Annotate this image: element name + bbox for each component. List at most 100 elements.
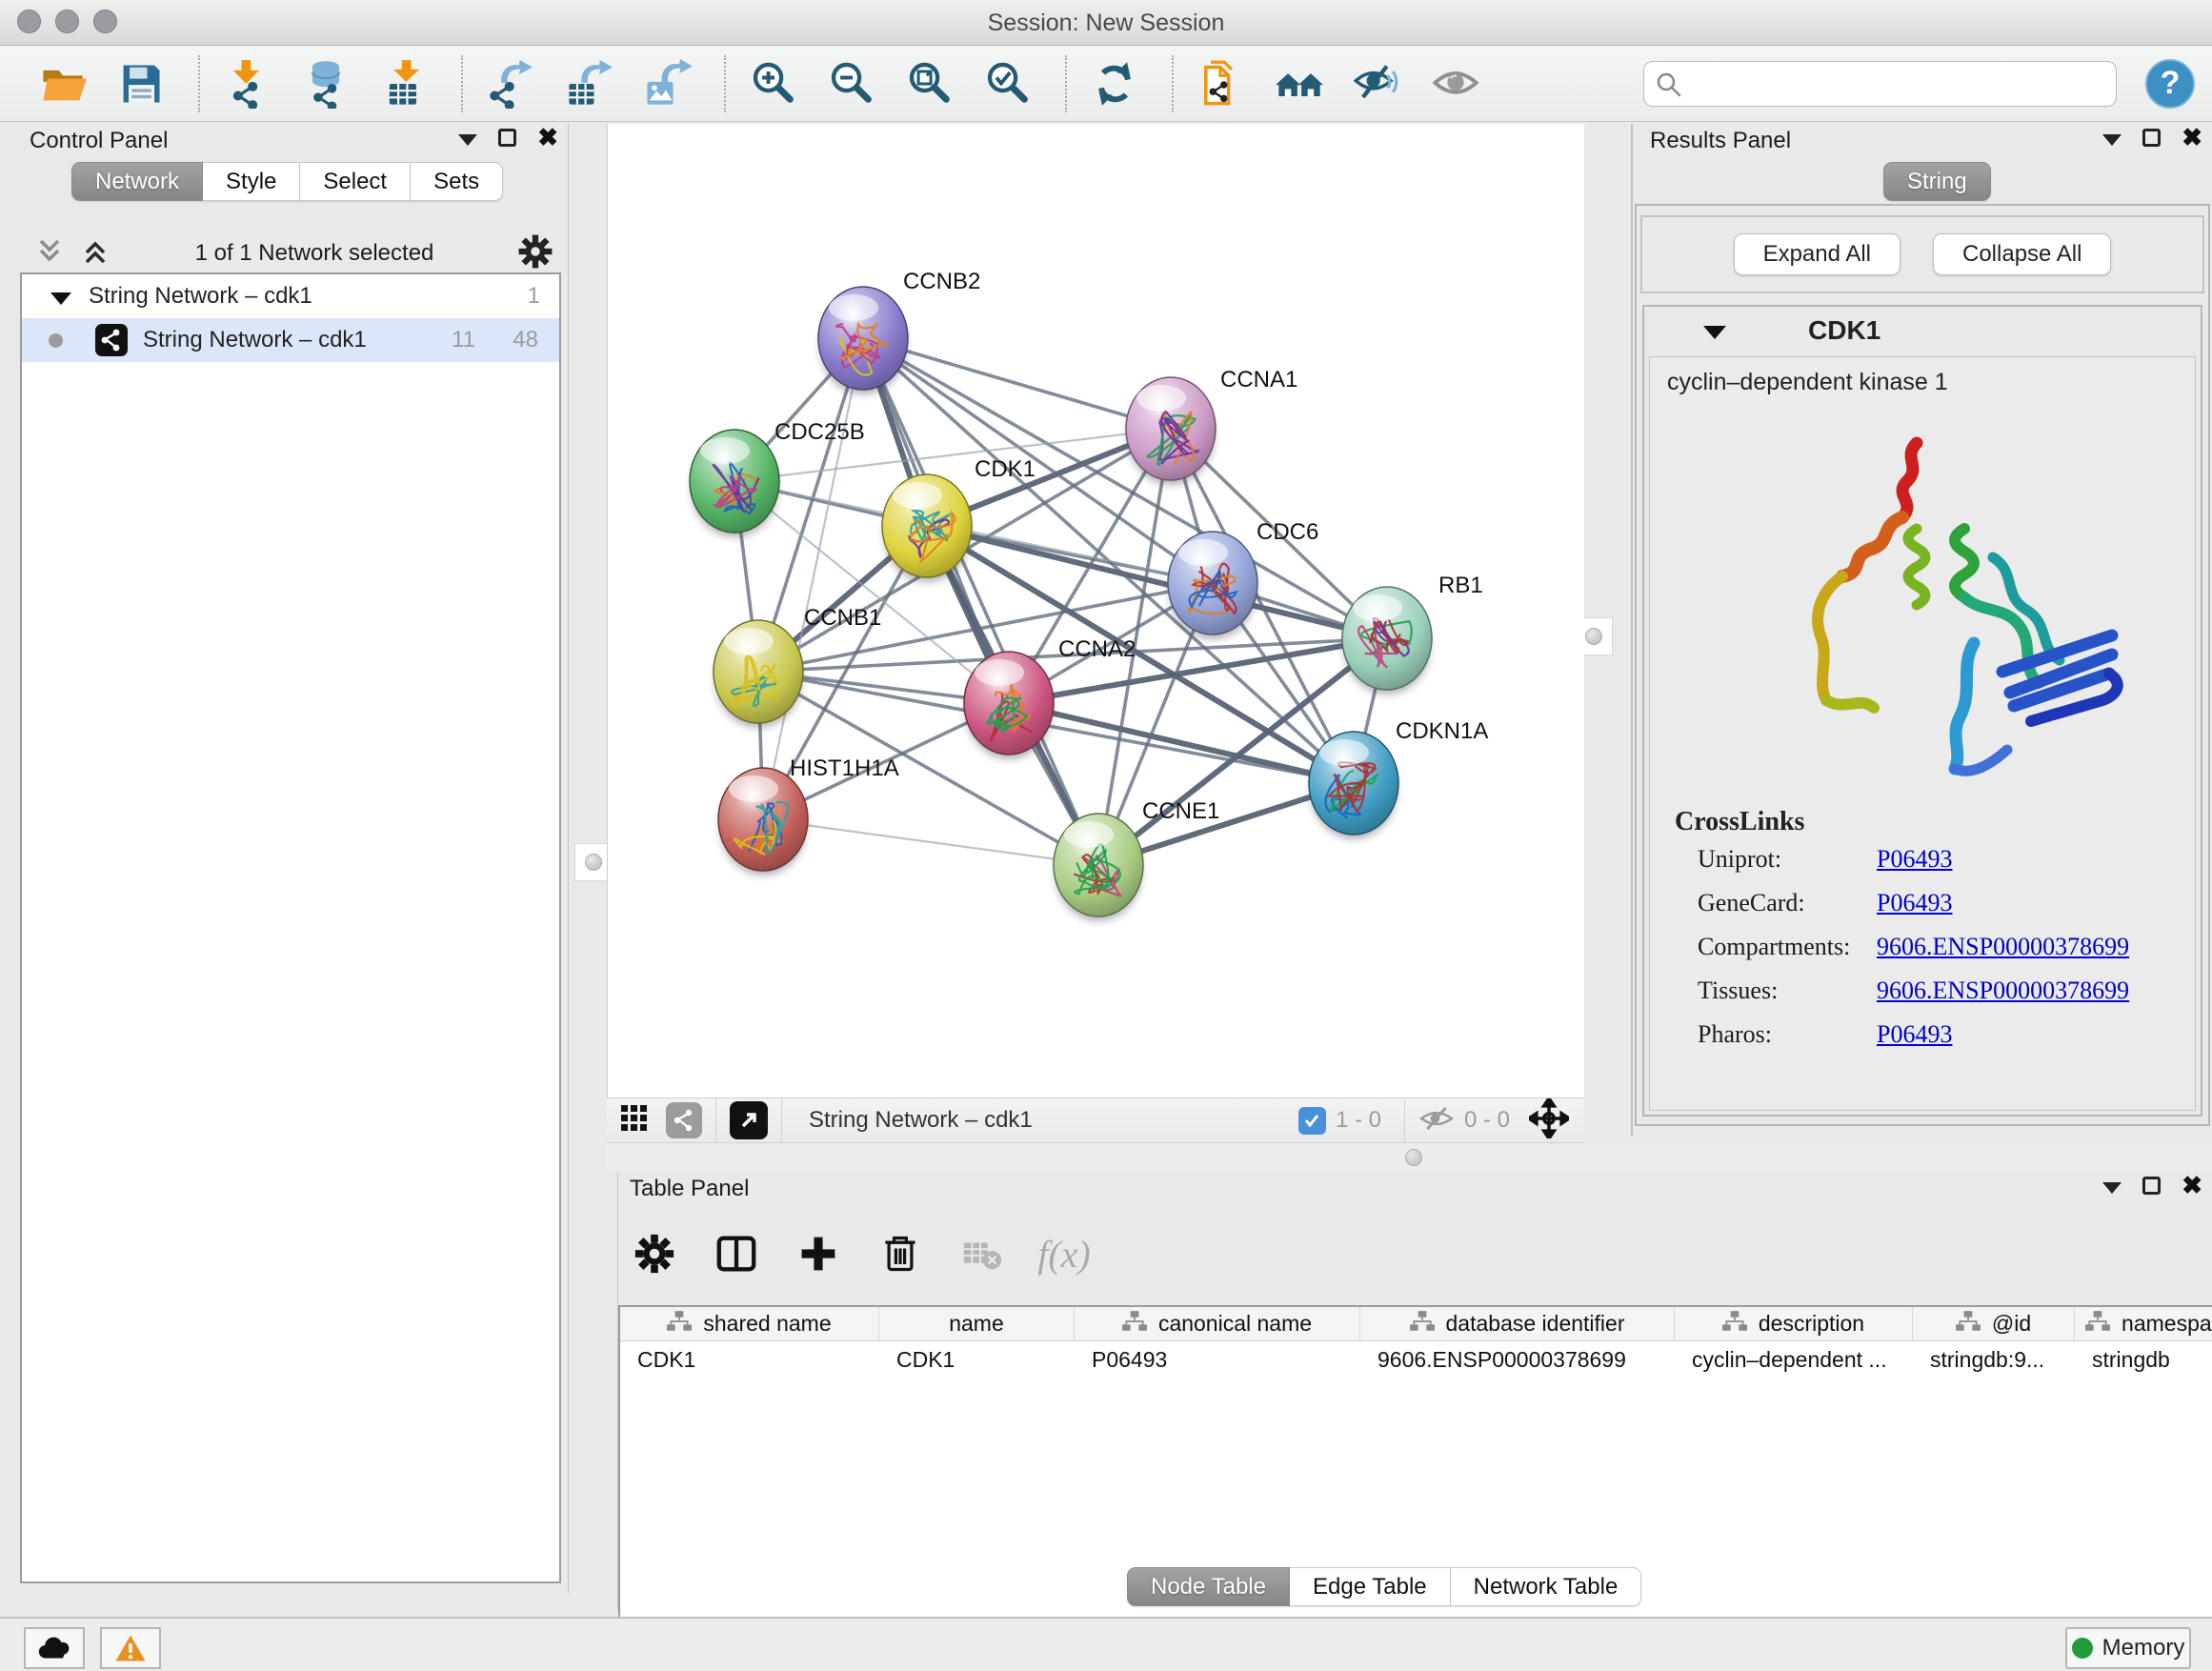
network-node-CCNA1[interactable]: [1126, 377, 1216, 480]
toolbar-separator: [1172, 55, 1174, 112]
network-node-CDC25B[interactable]: [690, 430, 779, 533]
expand-all-networks-icon[interactable]: [79, 235, 111, 272]
column-header-namespace[interactable]: namespace: [2075, 1307, 2212, 1340]
export-network-icon[interactable]: [484, 57, 537, 111]
zoom-selected-icon[interactable]: [981, 57, 1035, 111]
export-table-icon[interactable]: [562, 57, 615, 111]
table-panel-title: Table Panel: [630, 1176, 749, 1202]
network-selected-status: 1 of 1 Network selected: [111, 240, 517, 267]
panel-float-icon[interactable]: [2142, 129, 2161, 147]
create-column-icon[interactable]: [792, 1227, 845, 1280]
table-cell: stringdb:9...: [1913, 1341, 2075, 1379]
network-node-CDKN1A[interactable]: [1309, 732, 1398, 835]
splitter-dot[interactable]: [1405, 1149, 1422, 1166]
panel-menu-icon[interactable]: [2102, 134, 2122, 146]
network-node-CCNA2[interactable]: [964, 652, 1054, 755]
network-canvas[interactable]: CCNB2 CCNA1 CDC25B CDK1 CDC6 RB1 CCNB1 C…: [607, 124, 1584, 1097]
crosslink-link[interactable]: P06493: [1877, 845, 1952, 874]
panel-menu-icon[interactable]: [458, 134, 477, 146]
network-edge-CCNA2-CDKN1A[interactable]: [1009, 703, 1354, 783]
gene-section: CDK1 cyclin–dependent kinase 1: [1642, 305, 2202, 1117]
panel-close-icon[interactable]: ✖: [2182, 1176, 2202, 1195]
selected-checkbox-icon[interactable]: [1298, 1107, 1326, 1135]
new-network-from-selection-icon[interactable]: [1195, 57, 1248, 111]
import-network-database-icon[interactable]: [299, 57, 352, 111]
collapse-all-networks-icon[interactable]: [33, 235, 66, 272]
crosslink-link[interactable]: 9606.ENSP00000378699: [1877, 976, 2129, 1005]
expand-all-button[interactable]: Expand All: [1734, 233, 1900, 275]
grid-view-icon[interactable]: [620, 1104, 649, 1137]
network-node-CDC6[interactable]: [1168, 532, 1257, 634]
column-type-icon: [1722, 1311, 1747, 1338]
cloud-status-button[interactable]: [24, 1627, 85, 1669]
network-node-CCNB2[interactable]: [818, 287, 908, 390]
network-collection-row[interactable]: String Network – cdk1 1: [22, 274, 559, 318]
gene-section-header[interactable]: CDK1: [1644, 307, 2201, 354]
column-header-name[interactable]: name: [879, 1307, 1075, 1340]
node-label-RB1: RB1: [1438, 573, 1483, 598]
panel-float-icon[interactable]: [498, 129, 516, 147]
show-columns-icon[interactable]: [710, 1227, 763, 1280]
column-header-canonical-name[interactable]: canonical name: [1075, 1307, 1360, 1340]
first-neighbors-icon[interactable]: [1273, 57, 1326, 111]
network-edge-CCNB2-CCNE1[interactable]: [863, 338, 1098, 865]
warning-status-button[interactable]: [100, 1627, 161, 1669]
collapse-all-button[interactable]: Collapse All: [1933, 233, 2111, 275]
network-edge-HIST1H1A-CCNB2[interactable]: [763, 338, 863, 819]
panel-close-icon[interactable]: ✖: [537, 128, 558, 147]
tab-network-table[interactable]: Network Table: [1451, 1567, 1642, 1606]
refresh-icon[interactable]: [1088, 57, 1141, 111]
crosslink-link[interactable]: P06493: [1877, 889, 1952, 917]
tab-sets[interactable]: Sets: [411, 162, 503, 201]
tab-string[interactable]: String: [1883, 162, 1991, 201]
birds-eye-view-icon[interactable]: [730, 1101, 768, 1139]
collection-expand-icon[interactable]: [50, 292, 71, 305]
network-overview-icon[interactable]: [666, 1102, 702, 1138]
network-node-CCNE1[interactable]: [1054, 814, 1143, 916]
zoom-out-icon[interactable]: [825, 57, 878, 111]
gene-collapse-icon[interactable]: [1703, 326, 1726, 339]
network-row-selected[interactable]: String Network – cdk1 11 48: [22, 318, 559, 362]
network-options-gear-icon[interactable]: [517, 233, 553, 274]
network-node-CDK1[interactable]: [882, 474, 972, 577]
network-node-CCNB1[interactable]: [714, 620, 803, 723]
crosslink-link[interactable]: 9606.ENSP00000378699: [1877, 933, 2129, 961]
panel-close-icon[interactable]: ✖: [2182, 128, 2202, 147]
tab-style[interactable]: Style: [203, 162, 300, 201]
memory-button[interactable]: Memory: [2065, 1627, 2191, 1669]
fit-content-crosshair-icon[interactable]: [1529, 1098, 1569, 1143]
column-header-description[interactable]: description: [1675, 1307, 1913, 1340]
results-panel: Results Panel ✖ String Expand All Collap…: [1631, 124, 2212, 1136]
zoom-in-icon[interactable]: [747, 57, 800, 111]
tab-node-table[interactable]: Node Table: [1127, 1567, 1290, 1606]
panel-menu-icon[interactable]: [2102, 1182, 2122, 1194]
zoom-fit-icon[interactable]: [903, 57, 956, 111]
hidden-eye-icon[interactable]: [1418, 1103, 1455, 1138]
help-button[interactable]: ?: [2145, 59, 2195, 109]
network-node-HIST1H1A[interactable]: [718, 768, 808, 871]
import-network-file-icon[interactable]: [221, 57, 274, 111]
hide-selected-icon[interactable]: [1351, 57, 1404, 111]
results-tab-string: String: [1883, 162, 1991, 201]
column-header--id[interactable]: @id: [1913, 1307, 2075, 1340]
horizontal-splitter[interactable]: [607, 1143, 2212, 1172]
network-node-RB1[interactable]: [1342, 587, 1432, 690]
table-options-gear-icon[interactable]: [628, 1227, 681, 1280]
tab-select[interactable]: Select: [300, 162, 411, 201]
import-table-file-icon[interactable]: [377, 57, 431, 111]
tab-network[interactable]: Network: [71, 162, 203, 201]
save-session-icon[interactable]: [114, 57, 168, 111]
export-image-icon[interactable]: [640, 57, 694, 111]
column-header-database-identifier[interactable]: database identifier: [1360, 1307, 1675, 1340]
open-session-icon[interactable]: [36, 57, 90, 111]
tab-edge-table[interactable]: Edge Table: [1290, 1567, 1451, 1606]
table-row[interactable]: CDK1CDK1P064939606.ENSP00000378699cyclin…: [620, 1341, 2212, 1379]
column-header-shared-name[interactable]: shared name: [620, 1307, 879, 1340]
crosslink-link[interactable]: P06493: [1877, 1020, 1952, 1049]
network-edge-HIST1H1A-CCNE1[interactable]: [763, 819, 1098, 865]
delete-column-icon[interactable]: [874, 1227, 927, 1280]
search-input[interactable]: [1643, 61, 2117, 107]
panel-float-icon[interactable]: [2142, 1177, 2161, 1195]
show-all-icon[interactable]: [1429, 57, 1482, 111]
network-edge-CCNB2-CCNA1[interactable]: [863, 338, 1171, 429]
